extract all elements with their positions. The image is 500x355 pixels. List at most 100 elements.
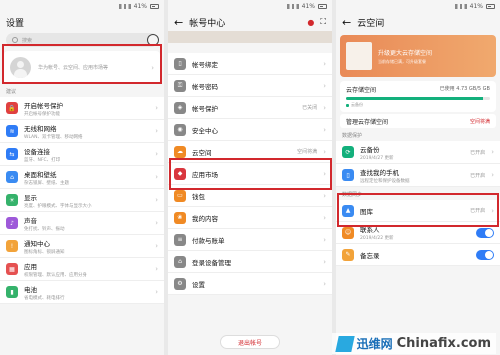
wallet-icon: ▭ bbox=[174, 189, 186, 202]
devices-icon: ⇆ bbox=[6, 148, 18, 160]
chevron-right-icon: › bbox=[491, 171, 494, 179]
list-item[interactable]: ⌂ 登录设备管理 › bbox=[168, 251, 332, 273]
list-item[interactable]: ☀ 显示 亮度、护眼模式、字体与显示大小 › bbox=[0, 189, 164, 212]
chevron-right-icon: › bbox=[155, 265, 158, 273]
item-subtitle: 2019/4/22 更新 bbox=[360, 236, 394, 241]
chevron-right-icon: › bbox=[155, 150, 158, 158]
storage-value: 已使用 4.73 GB/5 GB bbox=[439, 86, 490, 92]
back-arrow-icon[interactable]: ← bbox=[342, 17, 351, 28]
chevron-right-icon: › bbox=[155, 173, 158, 181]
item-subtitle: 亮度、护眼模式、字体与显示大小 bbox=[24, 203, 92, 209]
item-title: 应用 bbox=[24, 262, 37, 271]
section-label: 数据保护 bbox=[342, 133, 363, 139]
list-item[interactable]: ◈ 帐号保护 已关闭 › bbox=[168, 97, 332, 119]
item-title: 帐号密码 bbox=[192, 82, 218, 91]
legend-label: 云备份 bbox=[351, 102, 363, 107]
gear-icon: ⚙ bbox=[174, 277, 186, 290]
promo-title: 升级更大云存储空间 bbox=[378, 49, 433, 57]
list-item[interactable]: ☁ 云空间 空间将满 › bbox=[168, 141, 332, 163]
item-subtitle: 杂志锁屏、壁纸、主题 bbox=[24, 180, 69, 186]
list-item[interactable]: ⚿ 帐号密码 › bbox=[168, 75, 332, 97]
item-title: 设置 bbox=[192, 280, 205, 289]
list-item[interactable]: 🔒 开启帐号保护 开启帐号保护功能 › bbox=[0, 97, 164, 120]
chevron-right-icon: › bbox=[323, 191, 326, 200]
list-item[interactable]: ✎ 备忘录 bbox=[336, 244, 500, 266]
list-item[interactable]: ≋ 无线和网络 WLAN、双卡管理、移动网络 › bbox=[0, 120, 164, 143]
list-item[interactable]: ⌂ 桌面和壁纸 杂志锁屏、壁纸、主题 › bbox=[0, 166, 164, 189]
list-item[interactable]: ◆ 应用市场 › bbox=[168, 163, 332, 185]
login-icon: ⌂ bbox=[174, 255, 186, 268]
cloud-space-screen: 41% ← 云空间 升级更大云存储空间 当前存储已满，可升级套餐 云存储空间 已使用 … bbox=[336, 0, 500, 355]
account-header: ← 帐号中心 ● ⛶ bbox=[168, 13, 332, 31]
chevron-right-icon: › bbox=[155, 242, 158, 250]
chevron-right-icon: › bbox=[323, 147, 326, 156]
item-title: 应用市场 bbox=[192, 170, 218, 179]
account-description: 华为帐号、云空间、应用市场等 bbox=[38, 65, 109, 71]
list-item[interactable]: ♪ 声音 免打扰、铃声、振动 › bbox=[0, 212, 164, 235]
storage-bar bbox=[346, 97, 490, 100]
chevron-right-icon: › bbox=[155, 127, 158, 135]
list-item[interactable]: ▭ 钱包 › bbox=[168, 185, 332, 207]
screenshot-collage: 41% 设置 搜索 华为帐号、云空间、应用市场等 › 建议 🔒 开启帐号保护 开启帐… bbox=[0, 0, 500, 355]
pay-icon: ≡ bbox=[174, 233, 186, 246]
cloud-icon: ☁ bbox=[174, 145, 186, 158]
list-item[interactable]: ☺ 联系人 2019/4/22 更新 bbox=[336, 222, 500, 244]
battery-icon bbox=[486, 4, 495, 9]
scan-icon[interactable]: ⛶ bbox=[320, 17, 326, 27]
chevron-right-icon: › bbox=[323, 59, 326, 68]
list-item[interactable]: ▲ 图库 已开启 › bbox=[336, 200, 500, 222]
status-bar: 41% bbox=[0, 0, 164, 13]
item-subtitle: 免打扰、铃声、振动 bbox=[24, 226, 65, 232]
scan-icon[interactable] bbox=[147, 34, 159, 46]
item-subtitle: 开启帐号保护功能 bbox=[24, 111, 60, 117]
find-my-phone-row[interactable]: ▯ 查找我的手机 远程定位和保护设备数据 已开启 › bbox=[336, 164, 500, 187]
list-item[interactable]: ◉ 安全中心 › bbox=[168, 119, 332, 141]
list-item[interactable]: ⚙ 设置 › bbox=[168, 273, 332, 295]
sync-toggle[interactable] bbox=[476, 227, 494, 238]
item-title: 通知中心 bbox=[24, 239, 50, 248]
item-subtitle: 省电模式、耗电排行 bbox=[24, 295, 65, 301]
back-arrow-icon[interactable]: ← bbox=[174, 17, 183, 28]
list-item[interactable]: ❀ 我的内容 › bbox=[168, 207, 332, 229]
list-item[interactable]: ! 通知中心 图标角标、锁屏通知 › bbox=[0, 235, 164, 258]
watermark: 迅维网 Chinafix.com bbox=[331, 333, 496, 354]
item-title: 图库 bbox=[360, 207, 373, 216]
storage-label: 云存储空间 bbox=[346, 87, 377, 94]
list-item[interactable]: ▯ 帐号绑定 › bbox=[168, 53, 332, 75]
list-item[interactable]: ▦ 应用 权限管理、默认应用、应用分身 › bbox=[0, 258, 164, 281]
section-label: 数据同步 bbox=[342, 192, 363, 198]
cloud-backup-row[interactable]: ⟳ 云备份 2019/4/27 更新 已开启 › bbox=[336, 141, 500, 164]
watermark-logo bbox=[334, 335, 355, 352]
cloud-header: ← 云空间 bbox=[336, 13, 500, 31]
key-icon: ⚿ bbox=[174, 79, 186, 92]
storage-bar-fill bbox=[346, 97, 483, 100]
manage-storage-row[interactable]: 管理云存储空间 空间将满 bbox=[340, 114, 496, 128]
upgrade-banner[interactable]: 升级更大云存储空间 当前存储已满，可升级套餐 bbox=[340, 35, 496, 77]
settings-screen: 41% 设置 搜索 华为帐号、云空间、应用市场等 › 建议 🔒 开启帐号保护 开启帐… bbox=[0, 0, 164, 355]
find-phone-icon: ▯ bbox=[342, 169, 354, 181]
item-title: 显示 bbox=[24, 193, 37, 202]
notes-icon: ✎ bbox=[342, 248, 354, 261]
item-title: 我的内容 bbox=[192, 214, 218, 223]
profile-banner bbox=[168, 31, 332, 43]
list-item[interactable]: ⇆ 设备连接 蓝牙、NFC、打印 › bbox=[0, 143, 164, 166]
search-input[interactable]: 搜索 bbox=[6, 33, 159, 47]
display-icon: ☀ bbox=[6, 194, 18, 206]
huawei-account-entry[interactable]: 华为帐号、云空间、应用市场等 › bbox=[4, 51, 160, 84]
list-item[interactable]: ▮ 电池 省电模式、耗电排行 › bbox=[0, 281, 164, 304]
chevron-right-icon: › bbox=[155, 104, 158, 112]
item-title: 桌面和壁纸 bbox=[24, 170, 57, 179]
item-title: 帐号绑定 bbox=[192, 60, 218, 69]
item-title: 备忘录 bbox=[360, 251, 380, 260]
item-title: 付款与账单 bbox=[192, 236, 225, 245]
logout-button[interactable]: 退出帐号 bbox=[220, 335, 280, 349]
chevron-right-icon: › bbox=[155, 288, 158, 296]
safe-icon: ◉ bbox=[174, 123, 186, 136]
list-item[interactable]: ≡ 付款与账单 › bbox=[168, 229, 332, 251]
contacts-icon: ☺ bbox=[342, 226, 354, 239]
sync-toggle[interactable] bbox=[476, 249, 494, 260]
chevron-right-icon: › bbox=[323, 257, 326, 266]
storage-status-link[interactable]: 空间将满 bbox=[470, 118, 490, 125]
message-icon[interactable]: ● bbox=[307, 18, 314, 27]
chevron-right-icon: › bbox=[155, 196, 158, 204]
